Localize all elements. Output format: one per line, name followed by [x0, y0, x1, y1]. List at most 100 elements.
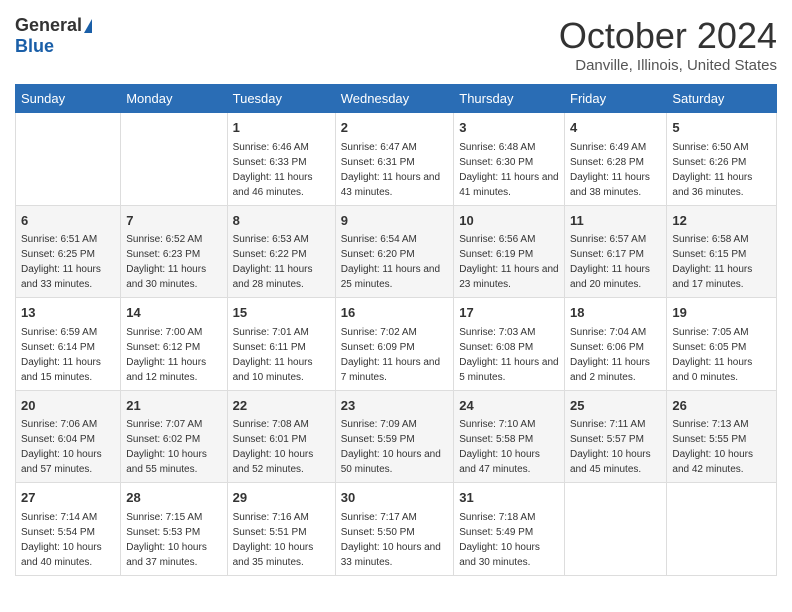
day-number: 19 [672, 303, 771, 323]
day-info: Sunrise: 6:52 AMSunset: 6:23 PMDaylight:… [126, 232, 221, 292]
calendar-cell: 4Sunrise: 6:49 AMSunset: 6:28 PMDaylight… [565, 113, 667, 206]
calendar-week-2: 6Sunrise: 6:51 AMSunset: 6:25 PMDaylight… [16, 205, 777, 298]
day-number: 15 [233, 303, 330, 323]
calendar-cell: 7Sunrise: 6:52 AMSunset: 6:23 PMDaylight… [121, 205, 227, 298]
calendar-cell: 5Sunrise: 6:50 AMSunset: 6:26 PMDaylight… [667, 113, 777, 206]
day-info: Sunrise: 7:06 AMSunset: 6:04 PMDaylight:… [21, 417, 115, 477]
day-info: Sunrise: 6:46 AMSunset: 6:33 PMDaylight:… [233, 140, 330, 200]
day-number: 11 [570, 211, 661, 231]
calendar-cell: 29Sunrise: 7:16 AMSunset: 5:51 PMDayligh… [227, 483, 335, 576]
day-number: 5 [672, 118, 771, 138]
day-number: 18 [570, 303, 661, 323]
day-number: 21 [126, 396, 221, 416]
day-info: Sunrise: 7:03 AMSunset: 6:08 PMDaylight:… [459, 325, 559, 385]
day-number: 29 [233, 488, 330, 508]
weekday-header-saturday: Saturday [667, 85, 777, 113]
day-info: Sunrise: 6:58 AMSunset: 6:15 PMDaylight:… [672, 232, 771, 292]
day-number: 6 [21, 211, 115, 231]
calendar-cell: 11Sunrise: 6:57 AMSunset: 6:17 PMDayligh… [565, 205, 667, 298]
calendar-cell: 10Sunrise: 6:56 AMSunset: 6:19 PMDayligh… [454, 205, 565, 298]
weekday-header-thursday: Thursday [454, 85, 565, 113]
calendar-cell: 18Sunrise: 7:04 AMSunset: 6:06 PMDayligh… [565, 298, 667, 391]
calendar-cell: 15Sunrise: 7:01 AMSunset: 6:11 PMDayligh… [227, 298, 335, 391]
logo-general-text: General [15, 15, 82, 36]
day-info: Sunrise: 6:53 AMSunset: 6:22 PMDaylight:… [233, 232, 330, 292]
calendar-cell: 17Sunrise: 7:03 AMSunset: 6:08 PMDayligh… [454, 298, 565, 391]
calendar-cell: 2Sunrise: 6:47 AMSunset: 6:31 PMDaylight… [335, 113, 454, 206]
day-number: 9 [341, 211, 449, 231]
day-info: Sunrise: 7:13 AMSunset: 5:55 PMDaylight:… [672, 417, 771, 477]
day-info: Sunrise: 7:15 AMSunset: 5:53 PMDaylight:… [126, 510, 221, 570]
day-info: Sunrise: 6:57 AMSunset: 6:17 PMDaylight:… [570, 232, 661, 292]
day-info: Sunrise: 7:01 AMSunset: 6:11 PMDaylight:… [233, 325, 330, 385]
day-number: 27 [21, 488, 115, 508]
calendar-cell: 27Sunrise: 7:14 AMSunset: 5:54 PMDayligh… [16, 483, 121, 576]
calendar-cell: 31Sunrise: 7:18 AMSunset: 5:49 PMDayligh… [454, 483, 565, 576]
day-number: 4 [570, 118, 661, 138]
month-title: October 2024 [559, 15, 777, 57]
day-info: Sunrise: 6:49 AMSunset: 6:28 PMDaylight:… [570, 140, 661, 200]
day-number: 31 [459, 488, 559, 508]
calendar-cell: 28Sunrise: 7:15 AMSunset: 5:53 PMDayligh… [121, 483, 227, 576]
calendar-cell [121, 113, 227, 206]
calendar-cell: 26Sunrise: 7:13 AMSunset: 5:55 PMDayligh… [667, 390, 777, 483]
calendar-cell: 12Sunrise: 6:58 AMSunset: 6:15 PMDayligh… [667, 205, 777, 298]
day-info: Sunrise: 7:00 AMSunset: 6:12 PMDaylight:… [126, 325, 221, 385]
weekday-header-friday: Friday [565, 85, 667, 113]
day-info: Sunrise: 7:09 AMSunset: 5:59 PMDaylight:… [341, 417, 449, 477]
day-info: Sunrise: 7:10 AMSunset: 5:58 PMDaylight:… [459, 417, 559, 477]
calendar-header-row: SundayMondayTuesdayWednesdayThursdayFrid… [16, 85, 777, 113]
day-number: 28 [126, 488, 221, 508]
logo-icon [84, 19, 92, 33]
day-info: Sunrise: 6:50 AMSunset: 6:26 PMDaylight:… [672, 140, 771, 200]
day-info: Sunrise: 7:02 AMSunset: 6:09 PMDaylight:… [341, 325, 449, 385]
day-number: 23 [341, 396, 449, 416]
title-block: October 2024 Danville, Illinois, United … [559, 15, 777, 74]
day-number: 24 [459, 396, 559, 416]
day-info: Sunrise: 6:54 AMSunset: 6:20 PMDaylight:… [341, 232, 449, 292]
day-number: 7 [126, 211, 221, 231]
calendar-cell: 20Sunrise: 7:06 AMSunset: 6:04 PMDayligh… [16, 390, 121, 483]
day-info: Sunrise: 7:18 AMSunset: 5:49 PMDaylight:… [459, 510, 559, 570]
weekday-header-wednesday: Wednesday [335, 85, 454, 113]
calendar-cell: 13Sunrise: 6:59 AMSunset: 6:14 PMDayligh… [16, 298, 121, 391]
calendar-cell: 1Sunrise: 6:46 AMSunset: 6:33 PMDaylight… [227, 113, 335, 206]
calendar-cell: 8Sunrise: 6:53 AMSunset: 6:22 PMDaylight… [227, 205, 335, 298]
page-header: General Blue October 2024 Danville, Illi… [15, 15, 777, 74]
calendar-cell: 21Sunrise: 7:07 AMSunset: 6:02 PMDayligh… [121, 390, 227, 483]
day-info: Sunrise: 6:56 AMSunset: 6:19 PMDaylight:… [459, 232, 559, 292]
calendar-cell: 19Sunrise: 7:05 AMSunset: 6:05 PMDayligh… [667, 298, 777, 391]
day-info: Sunrise: 7:07 AMSunset: 6:02 PMDaylight:… [126, 417, 221, 477]
day-info: Sunrise: 6:51 AMSunset: 6:25 PMDaylight:… [21, 232, 115, 292]
calendar-week-4: 20Sunrise: 7:06 AMSunset: 6:04 PMDayligh… [16, 390, 777, 483]
calendar-cell: 30Sunrise: 7:17 AMSunset: 5:50 PMDayligh… [335, 483, 454, 576]
day-info: Sunrise: 7:04 AMSunset: 6:06 PMDaylight:… [570, 325, 661, 385]
day-number: 30 [341, 488, 449, 508]
day-number: 22 [233, 396, 330, 416]
day-number: 13 [21, 303, 115, 323]
day-number: 12 [672, 211, 771, 231]
day-number: 2 [341, 118, 449, 138]
calendar-cell [565, 483, 667, 576]
weekday-header-monday: Monday [121, 85, 227, 113]
day-info: Sunrise: 6:47 AMSunset: 6:31 PMDaylight:… [341, 140, 449, 200]
day-number: 26 [672, 396, 771, 416]
calendar-cell: 6Sunrise: 6:51 AMSunset: 6:25 PMDaylight… [16, 205, 121, 298]
day-number: 25 [570, 396, 661, 416]
day-info: Sunrise: 7:11 AMSunset: 5:57 PMDaylight:… [570, 417, 661, 477]
day-number: 20 [21, 396, 115, 416]
calendar-cell: 14Sunrise: 7:00 AMSunset: 6:12 PMDayligh… [121, 298, 227, 391]
calendar-week-5: 27Sunrise: 7:14 AMSunset: 5:54 PMDayligh… [16, 483, 777, 576]
calendar-body: 1Sunrise: 6:46 AMSunset: 6:33 PMDaylight… [16, 113, 777, 576]
calendar-cell: 22Sunrise: 7:08 AMSunset: 6:01 PMDayligh… [227, 390, 335, 483]
logo-blue-text: Blue [15, 36, 54, 57]
calendar-week-3: 13Sunrise: 6:59 AMSunset: 6:14 PMDayligh… [16, 298, 777, 391]
day-number: 3 [459, 118, 559, 138]
day-info: Sunrise: 7:08 AMSunset: 6:01 PMDaylight:… [233, 417, 330, 477]
calendar-cell: 9Sunrise: 6:54 AMSunset: 6:20 PMDaylight… [335, 205, 454, 298]
calendar-cell: 24Sunrise: 7:10 AMSunset: 5:58 PMDayligh… [454, 390, 565, 483]
calendar-cell: 23Sunrise: 7:09 AMSunset: 5:59 PMDayligh… [335, 390, 454, 483]
weekday-header-tuesday: Tuesday [227, 85, 335, 113]
logo: General Blue [15, 15, 92, 57]
day-info: Sunrise: 6:59 AMSunset: 6:14 PMDaylight:… [21, 325, 115, 385]
